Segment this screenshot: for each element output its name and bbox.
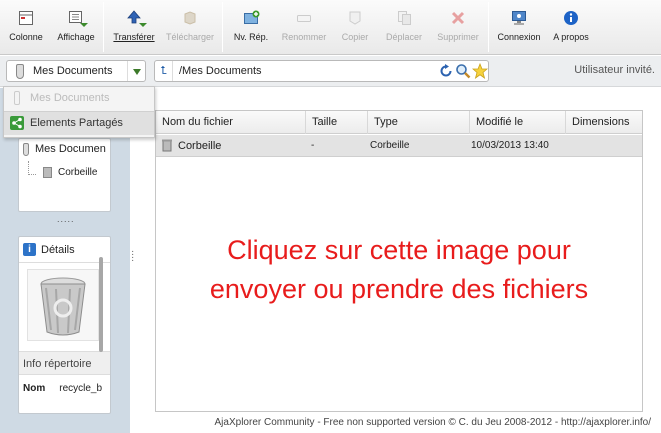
display-mode-button[interactable]: Affichage [54,6,98,50]
new-folder-label: Nv. Rép. [233,32,269,42]
dropdown-item-label: Elements Partagés [30,117,123,129]
upload-drop-zone[interactable]: Cliquez sur cette image pour envoyer ou … [156,231,642,309]
repository-selector[interactable]: Mes Documents [6,60,146,82]
rename-label: Renommer [281,32,327,42]
column-type[interactable]: Type [368,111,470,134]
download-icon [182,10,198,26]
column-view-icon [18,10,34,26]
file-type: Corbeille [370,140,410,151]
dropdown-item-label: Mes Documents [30,92,110,104]
delete-icon [450,10,466,26]
chevron-down-icon[interactable] [127,61,145,81]
parent-folder-icon[interactable]: ⮤ [155,61,173,81]
details-scrollbar[interactable] [99,257,103,352]
about-icon [563,10,579,26]
bookmark-star-icon[interactable] [471,62,489,79]
footer-credits: AjaXplorer Community - Free non supporte… [214,417,651,428]
user-repo-icon [16,64,24,79]
repository-name: Mes Documents [33,65,113,77]
path-bar: Mes Documents ⮤ /Mes Documents Utilisate… [0,56,661,87]
file-list[interactable]: Nom du fichier Taille Type Modifié le Di… [155,110,643,412]
column-size[interactable]: Taille [306,111,368,134]
column-view-button[interactable]: Colonne [4,6,48,50]
upload-label: Transférer [113,32,155,42]
column-view-label: Colonne [9,32,43,42]
file-list-header: Nom du fichier Taille Type Modifié le Di… [156,111,642,134]
login-icon [511,10,527,26]
path-field[interactable]: ⮤ /Mes Documents [154,60,489,82]
file-size: - [311,140,315,151]
search-icon[interactable] [455,63,471,79]
name-value: recycle_b [59,383,103,394]
rename-button[interactable]: Renommer [279,6,329,50]
download-button[interactable]: Télécharger [163,6,217,50]
details-panel: i Détails Info répertoire Nom recycle_b [18,236,111,414]
new-folder-icon [243,10,260,26]
column-modified[interactable]: Modifié le [470,111,566,134]
login-label: Connexion [497,32,541,42]
user-repo-icon [23,143,29,156]
about-label: A propos [553,32,589,42]
delete-button[interactable]: Supprimer [433,6,483,50]
details-title: Détails [41,244,75,256]
tree-root-label: Mes Documen [35,143,106,156]
user-repo-icon [14,91,20,105]
main-toolbar: Colonne Affichage Transférer Télécharger… [0,0,661,55]
delete-label: Supprimer [437,32,479,42]
dropdown-item-mes-documents[interactable]: Mes Documents [4,87,154,111]
file-modified: 10/03/2013 13:40 [471,140,549,151]
details-name-row: Nom recycle_b [23,383,102,394]
toolbar-separator [222,2,223,52]
toolbar-separator [103,2,104,52]
move-icon [396,10,412,26]
upload-message-line2: envoyer ou prendre des fichiers [209,274,589,304]
tree-connector [28,161,36,175]
upload-button[interactable]: Transférer [110,6,158,50]
panel-resize-handle[interactable]: ..... [57,214,75,224]
dropdown-item-elements-partages[interactable]: Elements Partagés [4,111,154,135]
login-button[interactable]: Connexion [494,6,544,50]
display-mode-label: Affichage [57,32,95,42]
left-pane: Mes Documen Corbeille ..... i Détails In… [0,88,130,433]
trash-icon [162,135,172,157]
upload-icon [126,10,147,27]
tree-root-item[interactable]: Mes Documen [23,143,106,156]
info-section-header: Info répertoire [19,351,110,375]
copy-button[interactable]: Copier [335,6,375,50]
name-label: Nom [23,383,46,394]
rename-icon [296,10,312,26]
table-row[interactable]: Corbeille - Corbeille 10/03/2013 13:40 [156,135,642,157]
tree-item-label: Corbeille [58,167,98,179]
column-name[interactable]: Nom du fichier [156,111,306,134]
pane-splitter[interactable]: · · · · [131,247,134,266]
toolbar-separator [488,2,489,52]
folder-tree: Mes Documen Corbeille [18,138,111,212]
move-button[interactable]: Déplacer [380,6,428,50]
download-label: Télécharger [165,32,215,42]
user-status: Utilisateur invité. [574,64,655,76]
details-header: i Détails [19,237,110,263]
move-label: Déplacer [385,32,423,42]
copy-icon [347,10,363,26]
file-name: Corbeille [178,140,222,152]
new-folder-button[interactable]: Nv. Rép. [229,6,273,50]
repository-dropdown: Mes Documents Elements Partagés [3,86,155,138]
copy-label: Copier [341,32,369,42]
about-button[interactable]: A propos [548,6,594,50]
trash-thumbnail [27,269,99,341]
info-icon: i [23,243,36,256]
tree-item-corbeille[interactable]: Corbeille [43,167,97,178]
trash-icon [43,167,52,178]
share-icon [10,116,24,130]
column-dimensions[interactable]: Dimensions [566,111,642,134]
refresh-icon[interactable] [438,63,454,79]
display-mode-icon [68,10,88,27]
current-path: /Mes Documents [179,65,262,77]
upload-message-line1: Cliquez sur cette image pour [227,235,571,265]
